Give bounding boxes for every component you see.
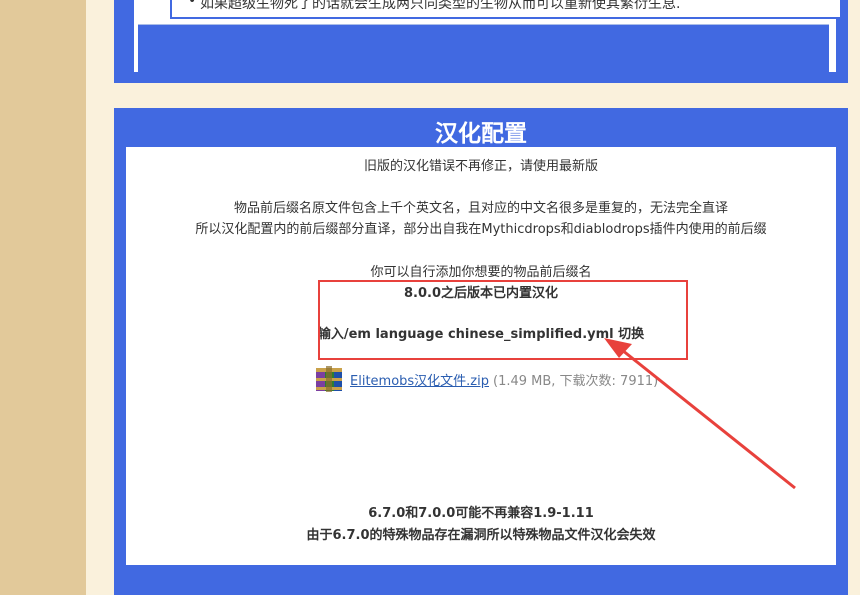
description-text: 你可以自行添加你想要的物品前后缀名 bbox=[370, 265, 592, 280]
compatibility-note: 由于6.7.0的特殊物品存在漏洞所以特殊物品文件汉化会失效 bbox=[306, 528, 656, 543]
attachment-row: Elitemobs汉化文件.zip (1.49 MB, 下载次数: 7911) bbox=[314, 365, 658, 393]
list-item: 如果超级生物死了的话就会生成两只同类型的生物从而可以重新使其繁衍生息. bbox=[188, 0, 680, 13]
section-body: 旧版的汉化错误不再修正，请使用最新版 物品前后缀名原文件包含上千个英文名，且对应… bbox=[126, 147, 836, 565]
compatibility-note: 6.7.0和7.0.0可能不再兼容1.9-1.11 bbox=[368, 506, 594, 521]
attachment-download-link[interactable]: Elitemobs汉化文件.zip bbox=[350, 370, 489, 389]
notice-text: 旧版的汉化错误不再修正，请使用最新版 bbox=[363, 159, 598, 174]
description-text: 所以汉化配置内的前后缀部分直译，部分出自我在Mythicdrops和diablo… bbox=[195, 222, 767, 237]
winrar-archive-icon bbox=[314, 365, 344, 393]
section-title: 汉化配置 bbox=[435, 121, 527, 147]
red-highlight-box bbox=[318, 280, 688, 360]
previous-section-list: 如果超级生物死了的话就会生成两只同类型的生物从而可以重新使其繁衍生息. bbox=[170, 0, 842, 19]
attachment-meta: (1.49 MB, 下载次数: 7911) bbox=[493, 373, 659, 389]
previous-section: 如果超级生物死了的话就会生成两只同类型的生物从而可以重新使其繁衍生息. bbox=[114, 0, 848, 83]
description-text: 物品前后缀名原文件包含上千个英文名，且对应的中文名很多是重复的，无法完全直译 bbox=[233, 201, 728, 216]
localization-config-section: 汉化配置 旧版的汉化错误不再修正，请使用最新版 物品前后缀名原文件包含上千个英文… bbox=[114, 108, 848, 595]
previous-section-footer bbox=[138, 24, 829, 76]
